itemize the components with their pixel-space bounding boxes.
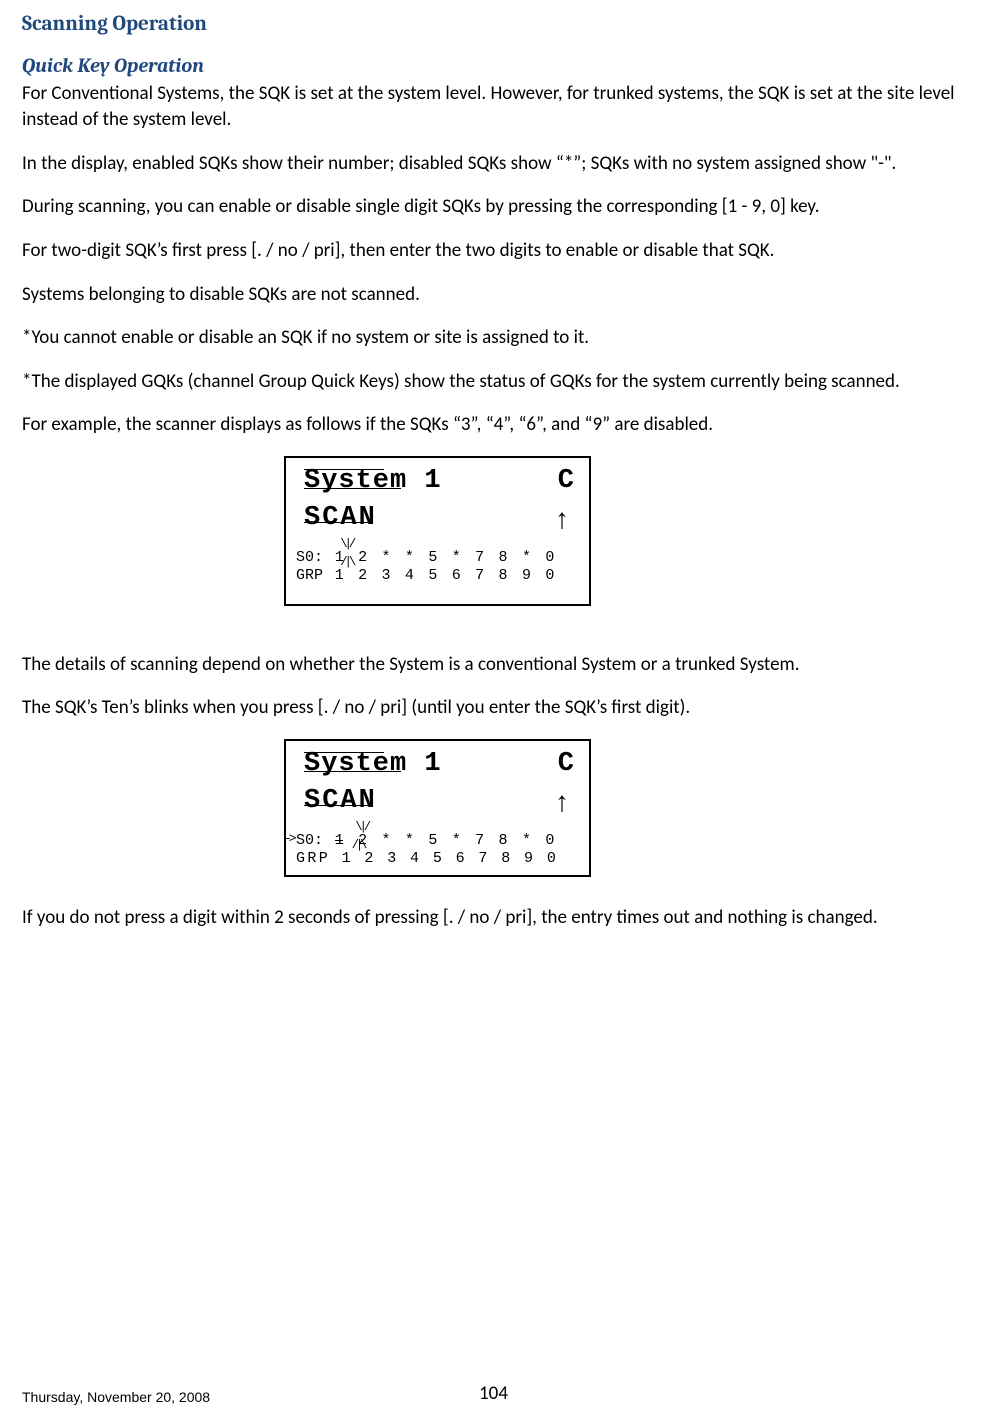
- display1-s0-digits: 1 2 * * 5 * 7 8 * 0: [335, 549, 557, 566]
- scan-activity-icon: /|\: [340, 556, 353, 570]
- scan-activity-icon: /|\: [352, 839, 365, 853]
- footer-page-number: 104: [479, 1381, 508, 1407]
- display1-s0-label: S0:: [296, 549, 323, 566]
- paragraph-timeout: If you do not press a digit within 2 sec…: [22, 905, 965, 931]
- display2-line2-left-text: SCAN: [304, 786, 377, 816]
- display2-system-label: System 1: [304, 746, 442, 782]
- footer-date: Thursday, November 20, 2008: [22, 1388, 210, 1407]
- display1-grp-row: GRP /|\ 1 2 3 4 5 6 7 8 9 0: [296, 567, 579, 584]
- heading2-quick-key-operation: Quick Key Operation: [22, 52, 965, 79]
- display1-c-label: C: [558, 463, 575, 499]
- display2-s0-digits-wrap: \|/ 1 2 * * 5 * 7 8 * 0: [335, 832, 557, 849]
- display2-grp-wrap: /|\ GRP 1 2 3 4 5 6 7 8 9 0: [296, 850, 558, 867]
- display2-s0-digits: 1 2 * * 5 * 7 8 * 0: [335, 832, 557, 849]
- display1-grp-digits-wrap: /|\ 1 2 3 4 5 6 7 8 9 0: [335, 567, 557, 584]
- heading1-scanning-operation: Scanning Operation: [22, 10, 965, 38]
- page-footer: Thursday, November 20, 2008 104: [22, 1388, 965, 1407]
- paragraph-note1: *You cannot enable or disable an SQK if …: [22, 325, 965, 351]
- paragraph-intro: For Conventional Systems, the SQK is set…: [22, 81, 965, 132]
- display2-s0-row: -> S0: \|/ 1 2 * * 5 * 7 8 * 0: [296, 832, 579, 849]
- up-arrow-icon: ↑: [555, 783, 571, 821]
- paragraph-note2: *The displayed GQKs (channel Group Quick…: [22, 369, 965, 395]
- scan-activity-icon: \|/: [355, 821, 368, 835]
- blink-indicator-icon: ->: [284, 832, 294, 847]
- display2-grp-row: /|\ GRP 1 2 3 4 5 6 7 8 9 0: [296, 850, 579, 867]
- paragraph-single-digit: During scanning, you can enable or disab…: [22, 194, 965, 220]
- scanner-display-1: System 1 C SCAN ↑ S0: \|/ 1 2 * * 5 * 7 …: [284, 456, 591, 606]
- display2-c-label: C: [558, 746, 575, 782]
- display1-grp-label: GRP: [296, 567, 323, 584]
- display1-grp-digits: 1 2 3 4 5 6 7 8 9 0: [335, 567, 557, 584]
- display2-grp-full: GRP 1 2 3 4 5 6 7 8 9 0: [296, 850, 558, 867]
- paragraph-display-desc: In the display, enabled SQKs show their …: [22, 151, 965, 177]
- scan-activity-icon: \|/: [340, 538, 353, 552]
- display1-system-label: System 1: [304, 463, 442, 499]
- display1-scan-label: SCAN: [304, 500, 377, 538]
- up-arrow-icon: ↑: [555, 500, 571, 538]
- display1-s0-digits-wrap: \|/ 1 2 * * 5 * 7 8 * 0: [335, 549, 557, 566]
- paragraph-details: The details of scanning depend on whethe…: [22, 652, 965, 678]
- paragraph-tens-blink: The SQK’s Ten’s blinks when you press [.…: [22, 695, 965, 721]
- paragraph-not-scanned: Systems belonging to disable SQKs are no…: [22, 282, 965, 308]
- scanner-display-2: System 1 C SCAN ↑ -> S0: \|/ 1 2 * * 5 *…: [284, 739, 591, 877]
- display1-s0-row: S0: \|/ 1 2 * * 5 * 7 8 * 0: [296, 549, 579, 566]
- display2-scan-label: SCAN: [304, 783, 377, 821]
- paragraph-example: For example, the scanner displays as fol…: [22, 412, 965, 438]
- display1-line2-left-text: SCAN: [304, 503, 377, 533]
- display2-s0-label: S0:: [296, 832, 323, 849]
- paragraph-two-digit: For two-digit SQK’s first press [. / no …: [22, 238, 965, 264]
